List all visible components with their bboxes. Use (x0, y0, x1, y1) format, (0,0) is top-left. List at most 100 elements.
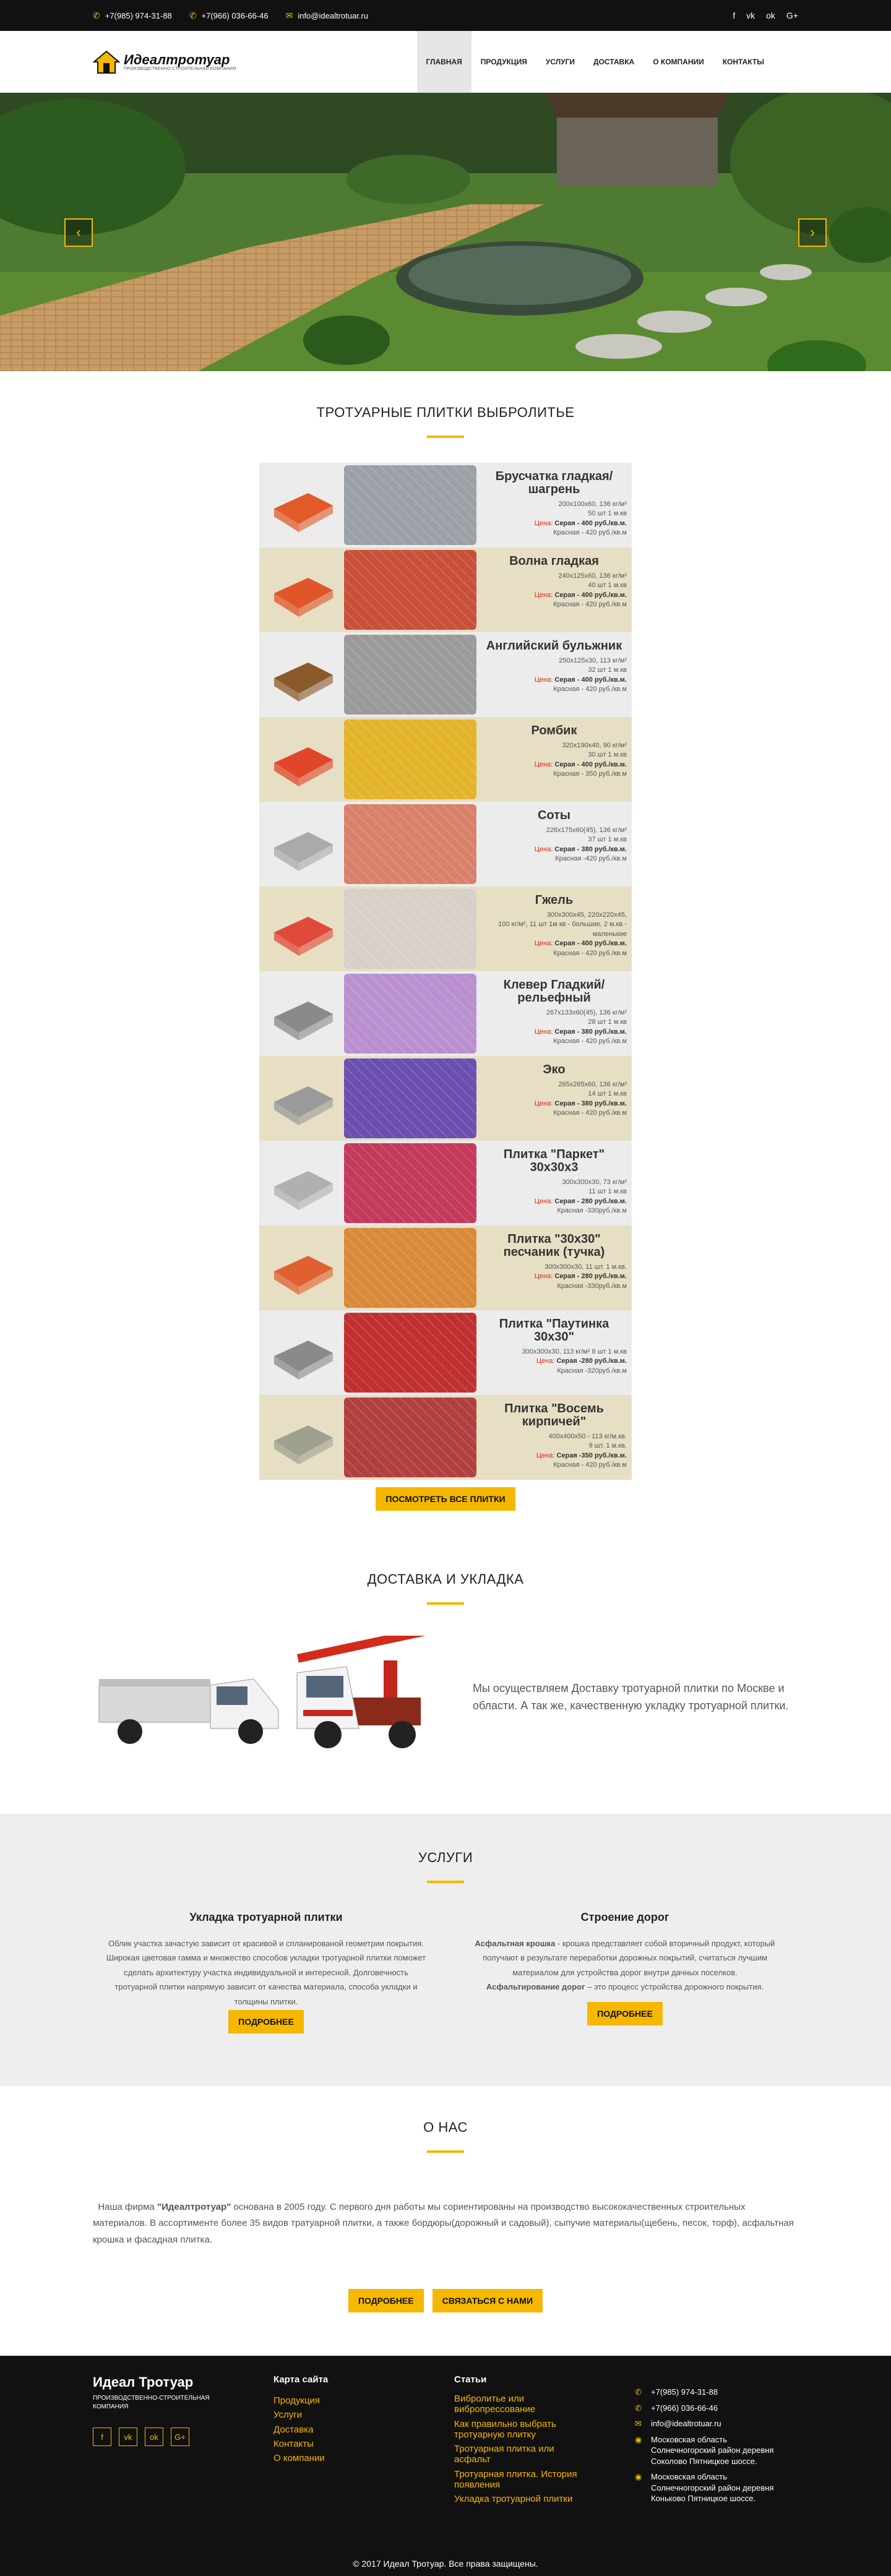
facebook-icon[interactable]: f (93, 2428, 111, 2446)
tile-product-spec: 250х125х30, 113 кг/м² (559, 657, 627, 664)
about-title: О нас (423, 2119, 468, 2135)
nav-about[interactable]: О компании (644, 31, 713, 93)
phone-icon: ✆ (93, 10, 100, 20)
delivery-text: Мы осуществляем Доставку тротуарной плит… (473, 1682, 789, 1712)
tile-product-row[interactable]: Клевер Гладкий/ рельефный 267х133х60(45),… (259, 971, 632, 1056)
tile-product-info: Ромбик 320х190х40, 90 кг/м² 30 шт 1 м.кв Це… (476, 717, 632, 802)
envelope-icon: ✉ (635, 2419, 642, 2429)
tile-product-price: Цена: Серая - 400 руб./кв.м. (534, 940, 627, 948)
nav-delivery[interactable]: Доставка (584, 31, 644, 93)
tile-product-red-price: Красная - 420 руб./кв.м (553, 601, 627, 609)
tile-product-spec: 300х300х30, 11 шт. 1 м.кв. (544, 1263, 627, 1271)
tile-product-red-price: Красная - 420 руб./кв.м (553, 685, 627, 693)
tile-product-image (259, 1395, 344, 1480)
service-paving-more-button[interactable]: ПОДРОБНЕЕ (228, 2009, 304, 2033)
tile-product-title: Плитка "30х30" песчаник (тучка) (503, 1232, 605, 1259)
tile-layout-photo (344, 1143, 476, 1223)
about-text: Наша фирма "Идеалтротуар" основана в 200… (93, 2202, 794, 2245)
tile-product-price: Цена: Серая - 400 руб./кв.м. (534, 760, 627, 768)
footer-email[interactable]: info@idealtrotuar.ru (651, 2418, 721, 2429)
tile-product-image (259, 463, 344, 547)
nav-services[interactable]: Услуги (536, 31, 584, 93)
tile-product-row[interactable]: Эко 265х265х60, 136 кг/м² 14 шт 1 м.кв Цена… (259, 1056, 632, 1141)
tile-product-row[interactable]: Брусчатка гладкая/ шагрень 200х100х60, 13… (259, 463, 632, 547)
title-underline (427, 1881, 464, 1883)
tile-product-red-price: Красная - 420 руб./кв.м (553, 1037, 627, 1045)
tile-product-spec: 9 шт. 1 м.кв. (588, 1442, 627, 1450)
footer-article-link[interactable]: Тротуарная плитка. История появления (454, 2469, 596, 2491)
tile-product-image (259, 1056, 344, 1141)
facebook-icon[interactable]: f (733, 11, 735, 20)
tile-layout-photo (344, 635, 476, 715)
tile-product-price: Цена: Серая - 380 руб./кв.м. (534, 1028, 627, 1036)
tile-layout-photo (344, 465, 476, 545)
service-roads-title: Строение дорог (580, 1911, 669, 1923)
tile-product-info: Гжель 300х300х45, 220х220х45, 100 кг/м², 1… (476, 887, 632, 971)
footer-article-link[interactable]: Вибролитье или вибропрессование (454, 2394, 578, 2415)
tile-product-image (259, 802, 344, 887)
service-roads: Строение дорог Асфальтная крошка - крошк… (452, 1911, 798, 2033)
vk-icon[interactable]: vk (746, 11, 755, 20)
tile-product-row[interactable]: Плитка "Паркет" 30х30х3 300х300х30, 73 кг… (259, 1141, 632, 1226)
service-paving-text: Облик участка зачастую зависит от красив… (106, 1939, 426, 2006)
footer-link-about[interactable]: О компании (273, 2451, 454, 2465)
footer-phone-2[interactable]: +7(966) 036-66-46 (651, 2403, 718, 2414)
tile-product-spec: 320х190х40, 90 кг/м² (562, 742, 627, 749)
nav-home[interactable]: Главная (416, 31, 471, 93)
tile-product-row[interactable]: Плитка "30х30" песчаник (тучка) 300х300х3… (259, 1226, 632, 1310)
footer-link-services[interactable]: Услуги (273, 2408, 454, 2422)
hero-garden-image (0, 93, 891, 371)
tile-product-row[interactable]: Волна гладкая 240х125х60, 136 кг/м² 40 шт … (259, 547, 632, 632)
contact-us-button[interactable]: СВЯЗАТЬСЯ С НАМИ (432, 2288, 543, 2312)
tile-product-price: Цена: Серая - 380 руб./кв.м. (534, 1099, 627, 1107)
nav-products[interactable]: Продукция (471, 31, 536, 93)
tile-product-price: Цена: Серая - 380 руб./кв.м. (534, 845, 627, 853)
tile-product-row[interactable]: Ромбик 320х190х40, 90 кг/м² 30 шт 1 м.кв Це… (259, 717, 632, 802)
title-underline (427, 436, 464, 438)
top-email[interactable]: ✉ info@idealtrotuar.ru (286, 11, 368, 21)
tile-product-row[interactable]: Плитка "Паутинка 30х30" 300х300х30, 113 к… (259, 1310, 632, 1395)
tile-catalog: Брусчатка гладкая/ шагрень 200х100х60, 13… (259, 463, 632, 1480)
hero-prev-arrow[interactable]: ‹ (64, 218, 93, 247)
tile-product-spec: 37 шт 1 м.кв (588, 836, 627, 844)
tile-product-image (259, 1310, 344, 1395)
footer-link-products[interactable]: Продукция (273, 2394, 454, 2408)
top-phone-1[interactable]: ✆ +7(985) 974-31-88 (93, 11, 172, 21)
tile-product-row[interactable]: Гжель 300х300х45, 220х220х45, 100 кг/м², 1… (259, 887, 632, 971)
services-title: Услуги (418, 1850, 473, 1865)
vk-icon[interactable]: vk (119, 2428, 137, 2446)
nav-contacts[interactable]: Контакты (713, 31, 773, 93)
footer-link-contacts[interactable]: Контакты (273, 2437, 454, 2451)
service-paving: Укладка тротуарной плитки Облик участка … (93, 1911, 439, 2033)
tile-product-title: Плитка "Паутинка 30х30" (499, 1317, 609, 1344)
site-logo[interactable]: Идеалтротуар ПРОИЗВОДСТВЕННО-СТРОИТЕЛЬНА… (93, 49, 236, 74)
top-phone-2[interactable]: ✆ +7(966) 036-66-46 (189, 11, 269, 21)
logo-subtitle: ПРОИЗВОДСТВЕННО-СТРОИТЕЛЬНАЯ КОМПАНИЯ (124, 66, 236, 71)
google-plus-icon[interactable]: G+ (786, 11, 798, 20)
footer-brand: Идеал Тротуар (93, 2374, 194, 2390)
about-more-button[interactable]: ПОДРОБНЕЕ (348, 2288, 424, 2312)
odnoklassniki-icon[interactable]: ok (766, 11, 775, 20)
footer-article-link[interactable]: Как правильно выбрать тротуарную плитку (454, 2419, 578, 2441)
tile-product-row[interactable]: Плитка "Восемь кирпичей" 400х400х50 - 113… (259, 1395, 632, 1480)
hero-next-arrow[interactable]: › (798, 218, 827, 247)
odnoklassniki-icon[interactable]: ok (145, 2428, 163, 2446)
footer-article-link[interactable]: Тротуарная плитка или асфальт (454, 2444, 578, 2465)
tile-product-row[interactable]: Соты 226х175х60(45), 136 кг/м² 37 шт 1 м.к… (259, 802, 632, 887)
service-roads-more-button[interactable]: ПОДРОБНЕЕ (587, 2001, 663, 2025)
tile-product-info: Английский бульжник 250х125х30, 113 кг/м²… (476, 632, 632, 717)
view-all-tiles-button[interactable]: ПОСМОТРЕТЬ ВСЕ ПЛИТКИ (376, 1487, 515, 1511)
tile-product-spec: 200х100х60, 136 кг/м² (558, 500, 627, 508)
tile-product-red-price: Красная - 350 руб./кв.м (553, 770, 627, 778)
footer-article-link[interactable]: Укладка тротуарной плитки (454, 2494, 596, 2504)
footer-link-delivery[interactable]: Доставка (273, 2423, 454, 2437)
google-plus-icon[interactable]: G+ (171, 2428, 189, 2446)
tile-layout-photo (344, 974, 476, 1054)
tile-product-red-price: Красная -330руб./кв.м (557, 1282, 627, 1290)
tile-product-spec: 240х125х60, 136 кг/м² (558, 572, 627, 580)
tile-product-info: Соты 226х175х60(45), 136 кг/м² 37 шт 1 м.к… (476, 802, 632, 887)
tile-product-row[interactable]: Английский бульжник 250х125х30, 113 кг/м²… (259, 632, 632, 717)
logo-name: Идеалтротуар (124, 51, 230, 67)
footer-phone-1[interactable]: +7(985) 974-31-88 (651, 2387, 718, 2398)
tile-product-price: Цена: Серая - 400 руб./кв.м. (534, 676, 627, 684)
